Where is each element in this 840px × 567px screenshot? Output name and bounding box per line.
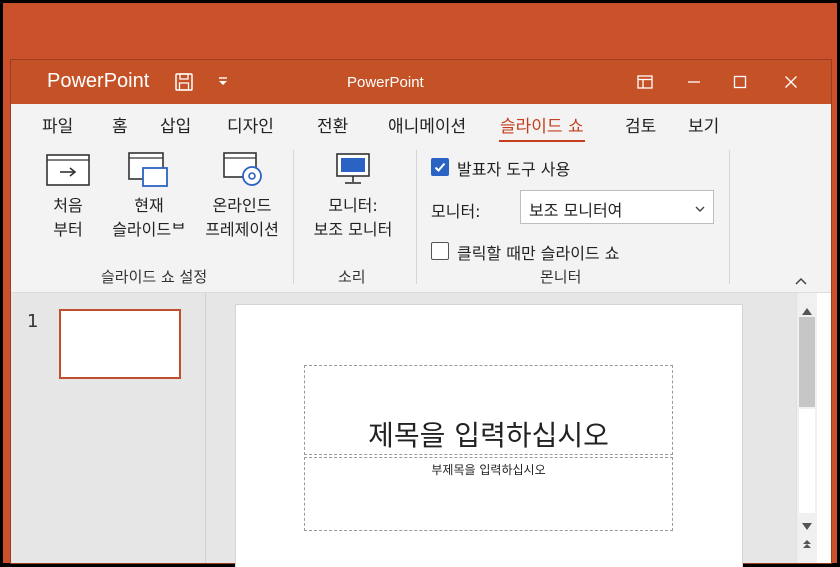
slides-thumbnail-pane: 1	[11, 293, 206, 563]
presenter-view-label: 발표자 도구 사용	[457, 160, 571, 179]
maximize-icon[interactable]	[725, 68, 755, 96]
click-only-checkbox[interactable]	[431, 242, 449, 260]
ribbon-display-options-icon[interactable]	[630, 68, 660, 96]
tab-transitions[interactable]: 전환	[317, 112, 348, 137]
document-title: PowerPoint	[347, 74, 424, 91]
presenter-view-checkbox[interactable]	[431, 158, 449, 176]
group-label-sound: 소리	[338, 268, 366, 286]
collapse-ribbon-icon[interactable]	[793, 274, 809, 288]
scrollbar-track[interactable]	[799, 409, 815, 513]
monitor-select-label: 모니터:	[431, 202, 481, 221]
tab-slide-show[interactable]: 슬라이드 쇼	[499, 112, 585, 143]
click-only-label: 클릭할 때만 슬라이드 쇼	[457, 244, 620, 263]
tab-design[interactable]: 디자인	[227, 112, 274, 137]
powerpoint-window: PowerPoint PowerPoint 파일 홈 삽입 디자인 전환 애니메…	[11, 60, 831, 567]
from-current-line1: 현재	[134, 196, 164, 215]
title-placeholder-text: 제목을 입력하십시오	[368, 419, 609, 452]
tab-slide-show-label: 슬라이드 쇼	[500, 117, 584, 137]
slide-number: 1	[27, 311, 39, 332]
vertical-scrollbar[interactable]	[796, 293, 817, 563]
monitor-select-value: 보조 모니터여	[529, 201, 623, 220]
monitor-button-line1: 모니터:	[328, 196, 378, 215]
from-current-slide-button[interactable]: 현재 슬라이드ᄇ	[99, 152, 199, 242]
ribbon: 처음 부터 현재 슬라이드ᄇ 온라인드 프레제이션 슬라이드 쇼 설정 모니터:…	[11, 142, 831, 293]
start-slideshow-icon	[46, 154, 90, 186]
group-label-setup: 슬라이드 쇼 설정	[101, 268, 208, 286]
present-online-line2: 프레제이션	[205, 220, 279, 239]
present-online-line1: 온라인드	[212, 196, 272, 215]
tab-file[interactable]: 파일	[42, 112, 73, 137]
from-beginning-line2: 부터	[53, 220, 83, 239]
present-online-button[interactable]: 온라인드 프레제이션	[197, 152, 287, 242]
slide-canvas: 제목을 입력하십시오 부제목을 입력하십시오	[236, 305, 742, 567]
tab-animations[interactable]: 애니메이션	[388, 112, 466, 137]
app-name: PowerPoint	[47, 70, 150, 92]
tab-home[interactable]: 홈	[112, 112, 128, 137]
close-icon[interactable]	[776, 68, 806, 96]
from-beginning-line1: 처음	[53, 196, 83, 215]
floppy-save-icon[interactable]	[173, 71, 195, 93]
scrollbar-thumb[interactable]	[799, 317, 815, 407]
slide-thumbnail[interactable]	[59, 309, 181, 379]
minimize-icon[interactable]	[679, 68, 709, 96]
current-slide-icon	[128, 152, 168, 187]
screen-frame: PowerPoint PowerPoint 파일 홈 삽입 디자인 전환 애니메…	[0, 0, 840, 567]
title-bar: PowerPoint PowerPoint	[11, 60, 831, 104]
customize-quick-access-icon[interactable]	[216, 74, 230, 88]
subtitle-placeholder[interactable]: 부제목을 입력하십시오	[304, 457, 673, 531]
from-current-line2: 슬라이드ᄇ	[112, 220, 186, 239]
group-separator	[293, 150, 294, 284]
tab-view[interactable]: 보기	[688, 112, 719, 137]
group-separator	[416, 150, 417, 284]
group-separator	[729, 150, 730, 284]
monitor-icon	[336, 153, 370, 184]
subtitle-placeholder-text: 부제목을 입력하십시오	[431, 463, 546, 477]
scroll-up-icon[interactable]	[801, 301, 813, 315]
tab-insert[interactable]: 삽입	[160, 112, 191, 137]
ribbon-tabs: 파일 홈 삽입 디자인 전환 애니메이션 슬라이드 쇼 검토 보기	[11, 104, 831, 143]
title-placeholder[interactable]: 제목을 입력하십시오	[304, 365, 673, 455]
monitor-button-line2: 보조 모니터	[313, 220, 393, 239]
group-label-monitors: 몬니터	[540, 268, 582, 286]
present-online-icon	[223, 152, 262, 186]
monitor-select[interactable]: 보조 모니터여	[520, 190, 714, 224]
scroll-down-icon[interactable]	[801, 517, 813, 530]
tab-review[interactable]: 검토	[625, 112, 656, 137]
from-beginning-button[interactable]: 처음 부터	[41, 152, 95, 242]
slide-editing-pane: 제목을 입력하십시오 부제목을 입력하십시오	[206, 293, 796, 567]
previous-slide-icon[interactable]	[801, 535, 813, 548]
monitor-button[interactable]: 모니터: 보조 모니터	[307, 152, 399, 242]
chevron-down-icon	[693, 201, 707, 215]
